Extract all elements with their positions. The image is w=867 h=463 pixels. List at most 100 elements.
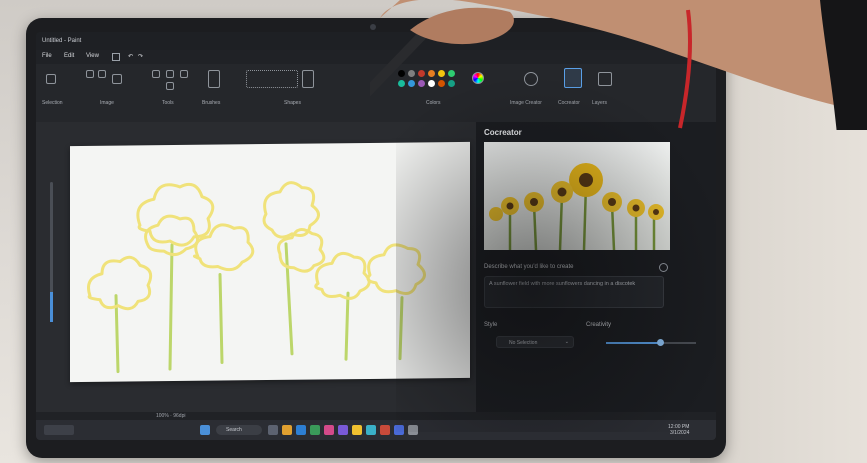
tablet-device: Untitled - Paint File Edit View ↶ ↷ Sele… (26, 18, 726, 458)
stem (284, 242, 294, 356)
ribbon-group-label: Image Creator (510, 100, 542, 106)
color-swatch[interactable] (408, 80, 415, 87)
title-bar: Untitled - Paint (36, 32, 716, 50)
style-dropdown[interactable]: No Selection ⌄ (496, 336, 574, 348)
style-value: No Selection (509, 340, 538, 346)
flower-head (193, 223, 255, 272)
flower-head (87, 255, 153, 311)
brushes-icon[interactable] (208, 70, 220, 88)
status-bar: 100% · 96dpi (36, 412, 716, 420)
undo-icon[interactable]: ↶ (128, 53, 133, 60)
task-view-icon[interactable] (268, 425, 278, 435)
color-swatch[interactable] (418, 80, 425, 87)
ribbon-group-label: Shapes (284, 100, 301, 106)
stem (398, 296, 404, 361)
edge-icon[interactable] (296, 425, 306, 435)
cocreator-title: Cocreator (484, 128, 522, 137)
color-swatch[interactable] (398, 80, 405, 87)
clock-date: 3/1/2024 (669, 430, 690, 436)
info-icon[interactable] (659, 263, 668, 272)
taskbar: Search 12:00 PM 3/1/2024 (36, 420, 716, 440)
sunflower-image (489, 163, 664, 250)
eraser-icon[interactable] (166, 82, 174, 90)
menu-bar: File Edit View ↶ ↷ (36, 50, 716, 64)
ribbon-group-label: Layers (592, 100, 608, 106)
taskbar-search[interactable]: Search (216, 425, 262, 435)
ribbon-group-label: Brushes (202, 100, 221, 106)
search-placeholder: Search (226, 427, 242, 433)
generated-image[interactable] (484, 142, 670, 250)
stem (218, 273, 224, 365)
file-explorer-icon[interactable] (282, 425, 292, 435)
color-swatch[interactable] (438, 70, 445, 77)
app-icon[interactable] (352, 425, 362, 435)
color-swatch[interactable] (398, 70, 405, 77)
flower-head (136, 182, 215, 247)
app-icon[interactable] (408, 425, 418, 435)
layers-icon[interactable] (598, 72, 612, 86)
widgets-icon[interactable] (44, 425, 74, 435)
shapes-gallery-icon[interactable] (246, 70, 298, 88)
crop-icon[interactable] (86, 70, 94, 78)
canvas-area (36, 122, 476, 412)
chevron-down-icon: ⌄ (564, 339, 569, 345)
flower-head (262, 181, 320, 239)
slider-thumb[interactable] (656, 339, 664, 346)
menu-edit[interactable]: Edit (64, 53, 74, 59)
cocreator-icon[interactable] (564, 68, 582, 88)
prompt-input[interactable]: A sunflower field with more sunflowers d… (484, 276, 664, 308)
describe-label: Describe what you'd like to create (484, 264, 574, 270)
stem (168, 243, 174, 371)
flower-head (366, 243, 426, 295)
paint-icon[interactable] (324, 425, 334, 435)
ribbon-group-label: Cocreator (558, 100, 580, 106)
store-icon[interactable] (310, 425, 320, 435)
zoom-status: 100% · 96dpi (156, 413, 186, 419)
color-swatch[interactable] (448, 80, 455, 87)
camera-icon (370, 24, 376, 30)
fill-icon[interactable] (166, 70, 174, 78)
tablet-screen: Untitled - Paint File Edit View ↶ ↷ Sele… (36, 32, 716, 440)
style-label: Style (484, 322, 498, 328)
creativity-slider[interactable] (606, 339, 696, 346)
ribbon-group-label: Tools (162, 100, 174, 106)
color-swatch[interactable] (408, 70, 415, 77)
color-swatch[interactable] (438, 80, 445, 87)
app-icon[interactable] (394, 425, 404, 435)
sunflower-heads (489, 163, 664, 221)
ribbon-group-label: Selection (42, 100, 63, 106)
resize-icon[interactable] (98, 70, 106, 78)
sketch-strokes (87, 181, 426, 374)
pencil-icon[interactable] (152, 70, 160, 78)
redo-icon[interactable]: ↷ (138, 53, 143, 60)
selection-icon[interactable] (46, 74, 56, 84)
text-icon[interactable] (180, 70, 188, 78)
ribbon-group-label: Image (100, 100, 114, 106)
color-swatch[interactable] (448, 70, 455, 77)
app-icon[interactable] (380, 425, 390, 435)
sunflower-sketch (87, 181, 426, 374)
taskbar-clock[interactable]: 12:00 PM 3/1/2024 (668, 424, 689, 436)
start-icon[interactable] (200, 425, 210, 435)
menu-view[interactable]: View (86, 53, 99, 59)
color-swatch[interactable] (418, 70, 425, 77)
drawing-canvas[interactable] (70, 141, 470, 383)
color-swatch[interactable] (428, 70, 435, 77)
ribbon-toolbar: Selection Image Tools Brushes Shapes Col… (36, 64, 716, 123)
ribbon-group-label: Colors (426, 100, 441, 106)
menu-file[interactable]: File (42, 53, 52, 59)
photo-scene: Untitled - Paint File Edit View ↶ ↷ Sele… (0, 0, 867, 463)
creativity-label: Creativity (586, 322, 612, 328)
app-icon[interactable] (338, 425, 348, 435)
cocreator-panel: Cocreator Describe what you'd like to cr… (476, 122, 716, 412)
window-title: Untitled - Paint (42, 38, 82, 44)
color-swatch[interactable] (428, 80, 435, 87)
image-icon[interactable] (112, 74, 122, 84)
stem (344, 291, 350, 361)
app-icon[interactable] (366, 425, 376, 435)
save-icon[interactable] (112, 53, 120, 61)
shape-outline-icon[interactable] (302, 70, 314, 88)
image-creator-icon[interactable] (524, 72, 538, 86)
zoom-slider[interactable] (50, 182, 53, 322)
color-picker-icon[interactable] (472, 72, 484, 84)
